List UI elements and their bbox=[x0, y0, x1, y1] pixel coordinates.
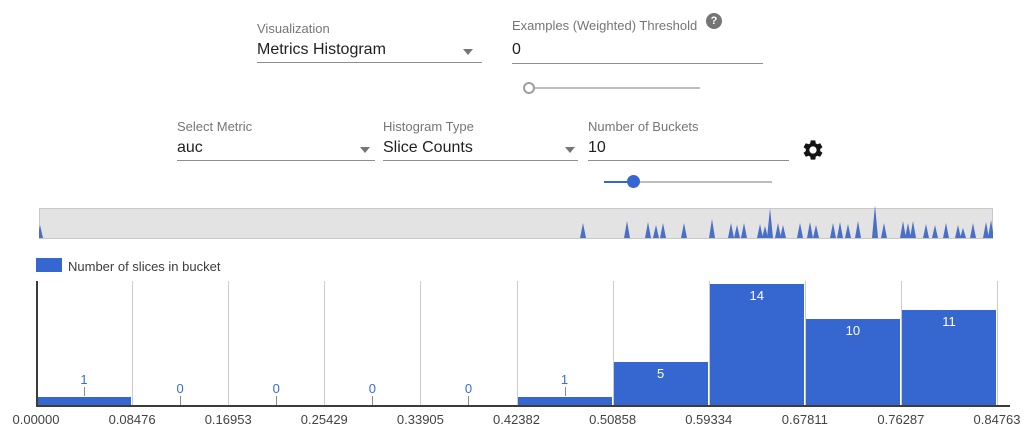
x-axis-tick-label: 0.76287 bbox=[869, 412, 933, 427]
visualization-label: Visualization bbox=[257, 21, 330, 36]
bar-value-label: 0 bbox=[448, 381, 488, 396]
y-axis-line bbox=[36, 281, 38, 406]
threshold-underline bbox=[512, 63, 763, 64]
visualization-underline bbox=[257, 62, 482, 63]
bar-label-leader-line bbox=[565, 387, 566, 396]
num-buckets-slider[interactable] bbox=[598, 174, 778, 190]
chart-gridline bbox=[420, 281, 421, 406]
x-axis-tick-label: 0.25429 bbox=[292, 412, 356, 427]
metric-select[interactable]: auc bbox=[177, 139, 375, 161]
bar-value-label: 1 bbox=[64, 372, 104, 387]
legend-swatch bbox=[36, 258, 62, 272]
x-axis-tick-label: 0.08476 bbox=[100, 412, 164, 427]
bar-label-leader-line bbox=[276, 396, 277, 405]
num-buckets-input[interactable]: 10 bbox=[588, 139, 789, 157]
chevron-down-icon bbox=[463, 49, 473, 55]
bar-label-leader-line bbox=[372, 396, 373, 405]
histogram-type-underline bbox=[383, 160, 578, 161]
num-buckets-slider-handle[interactable] bbox=[627, 175, 640, 188]
threshold-slider-handle[interactable] bbox=[523, 82, 535, 94]
bar-value-label: 0 bbox=[256, 381, 296, 396]
histogram-bar[interactable] bbox=[806, 319, 900, 406]
histogram-bar[interactable] bbox=[614, 362, 708, 406]
visualization-select[interactable]: Metrics Histogram bbox=[257, 41, 482, 63]
histogram-type-value: Slice Counts bbox=[383, 139, 578, 157]
overview-brush-strip[interactable] bbox=[39, 208, 993, 239]
histogram-bar[interactable] bbox=[902, 310, 996, 406]
visualization-value: Metrics Histogram bbox=[257, 41, 482, 59]
histogram-type-select[interactable]: Slice Counts bbox=[383, 139, 578, 161]
x-axis-tick-label: 0.33905 bbox=[388, 412, 452, 427]
num-buckets-underline bbox=[588, 160, 789, 161]
x-axis-tick-label: 0.50858 bbox=[581, 412, 645, 427]
bar-label-leader-line bbox=[180, 396, 181, 405]
num-buckets-label: Number of Buckets bbox=[588, 119, 699, 134]
histogram-bar[interactable] bbox=[518, 397, 612, 406]
chevron-down-icon bbox=[565, 147, 575, 153]
x-axis-tick-label: 0.42382 bbox=[485, 412, 549, 427]
chart-gridline bbox=[997, 281, 998, 406]
x-axis-tick-label: 0.00000 bbox=[4, 412, 68, 427]
metric-underline bbox=[177, 160, 375, 161]
threshold-label: Examples (Weighted) Threshold bbox=[512, 18, 697, 33]
visualization-label-wrap: Visualization bbox=[257, 21, 330, 36]
threshold-slider-track[interactable] bbox=[529, 87, 700, 89]
histogram-bar[interactable] bbox=[37, 397, 131, 406]
histogram-type-label: Histogram Type bbox=[383, 119, 474, 134]
settings-button[interactable] bbox=[801, 138, 825, 162]
gear-icon bbox=[801, 138, 825, 162]
x-axis-tick-label: 0.84763 bbox=[965, 412, 1024, 427]
help-icon[interactable]: ? bbox=[706, 13, 722, 29]
legend-label: Number of slices in bucket bbox=[68, 259, 220, 274]
metric-label: Select Metric bbox=[177, 119, 252, 134]
histogram-bar[interactable] bbox=[710, 284, 804, 406]
threshold-input[interactable]: 0 bbox=[512, 41, 763, 59]
chart-gridline bbox=[324, 281, 325, 406]
bar-value-label: 0 bbox=[352, 381, 392, 396]
bar-label-leader-line bbox=[84, 387, 85, 396]
chart-gridline bbox=[132, 281, 133, 406]
chart-gridline bbox=[228, 281, 229, 406]
metric-value: auc bbox=[177, 139, 375, 157]
chevron-down-icon bbox=[360, 147, 370, 153]
threshold-slider[interactable] bbox=[523, 80, 706, 96]
x-axis-tick-label: 0.59334 bbox=[677, 412, 741, 427]
x-axis-tick-label: 0.67811 bbox=[773, 412, 837, 427]
bar-label-leader-line bbox=[468, 396, 469, 405]
bar-value-label: 0 bbox=[160, 381, 200, 396]
bar-value-label: 1 bbox=[545, 372, 585, 387]
x-axis-tick-label: 0.16953 bbox=[196, 412, 260, 427]
chart-gridline bbox=[517, 281, 518, 406]
